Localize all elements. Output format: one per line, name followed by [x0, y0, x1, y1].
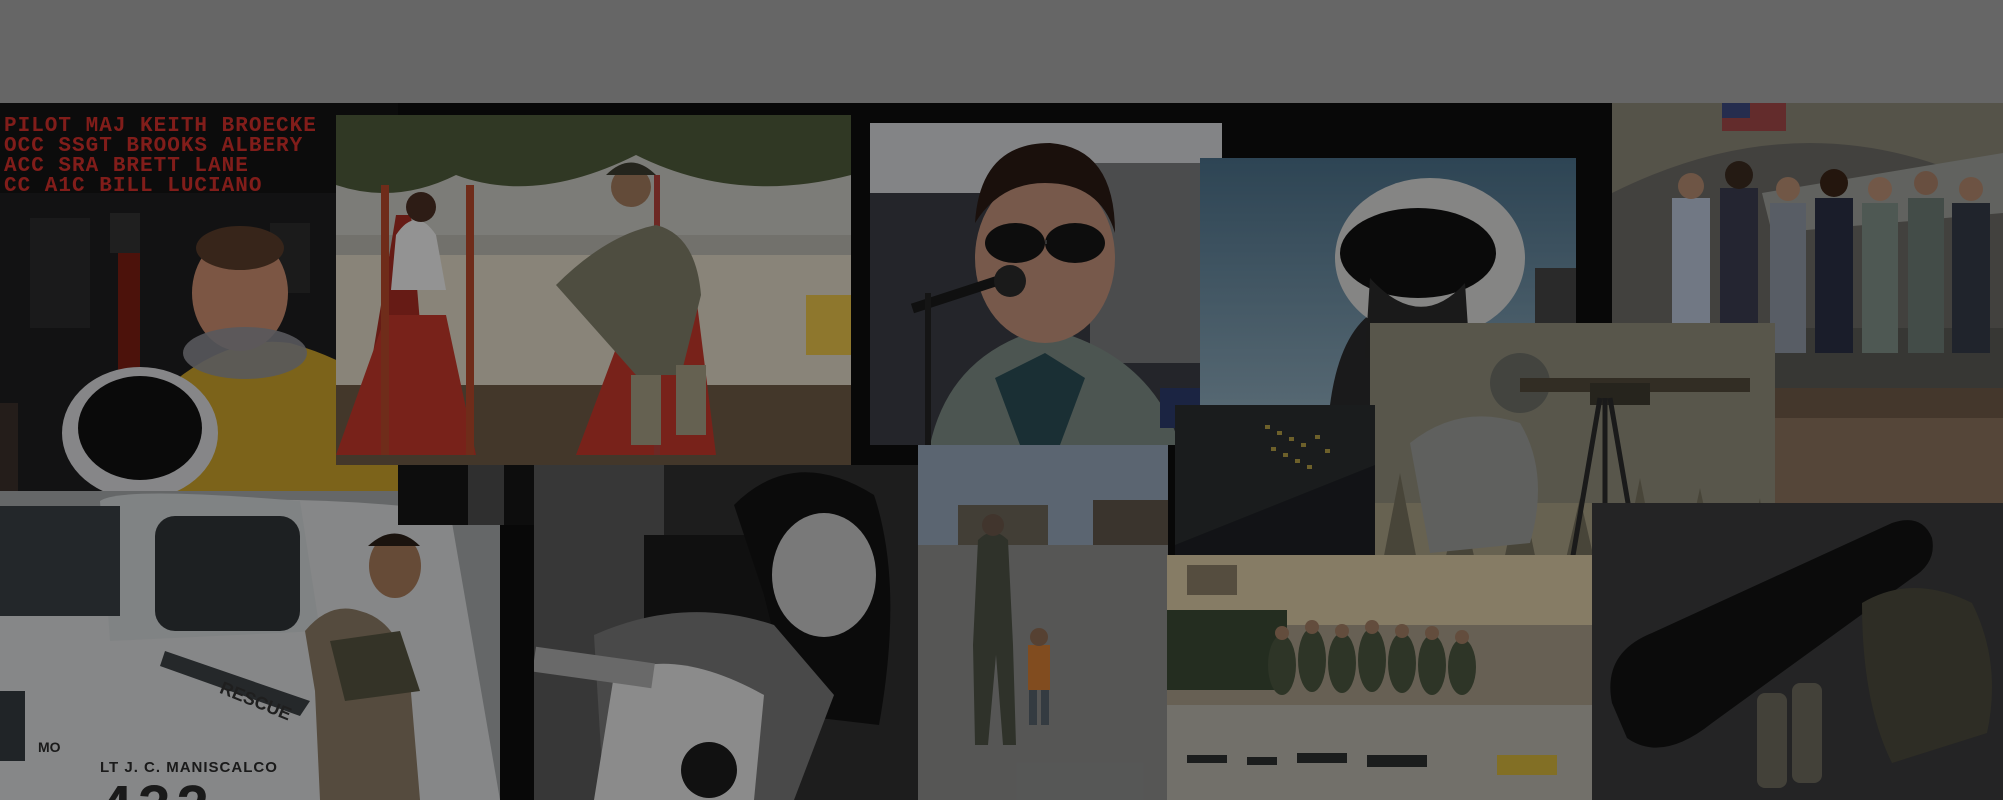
photo-squadron-group: [1167, 555, 1592, 800]
photo-dark-strip: [398, 465, 534, 525]
photo-sand: [1775, 388, 2003, 503]
photo-singer-microphone: [870, 123, 1222, 445]
mo-label: MO: [38, 739, 61, 755]
photo-playground-slide: [336, 115, 851, 465]
photo-helicopter-rescue: RESCUE MO LT J. C. MANISCALCO 432: [0, 491, 500, 800]
photo-guitar-case-boots: [1592, 503, 2003, 800]
tail-number: 432: [100, 773, 215, 800]
sign-line-4: CC A1C BILL LUCIANO: [4, 175, 263, 198]
pilot-name-sign: PILOT MAJ KEITH BROECKE OCC SSGT BROOKS …: [4, 116, 317, 198]
photo-airman-and-child: [918, 445, 1168, 800]
top-gray-band: [0, 0, 2003, 103]
page: PILOT MAJ KEITH BROECKE OCC SSGT BROOKS …: [0, 0, 2003, 800]
photo-cockpit-panel: [1175, 405, 1375, 555]
photo-collage: PILOT MAJ KEITH BROECKE OCC SSGT BROOKS …: [0, 103, 2003, 800]
photo-guitarist: [534, 465, 918, 800]
